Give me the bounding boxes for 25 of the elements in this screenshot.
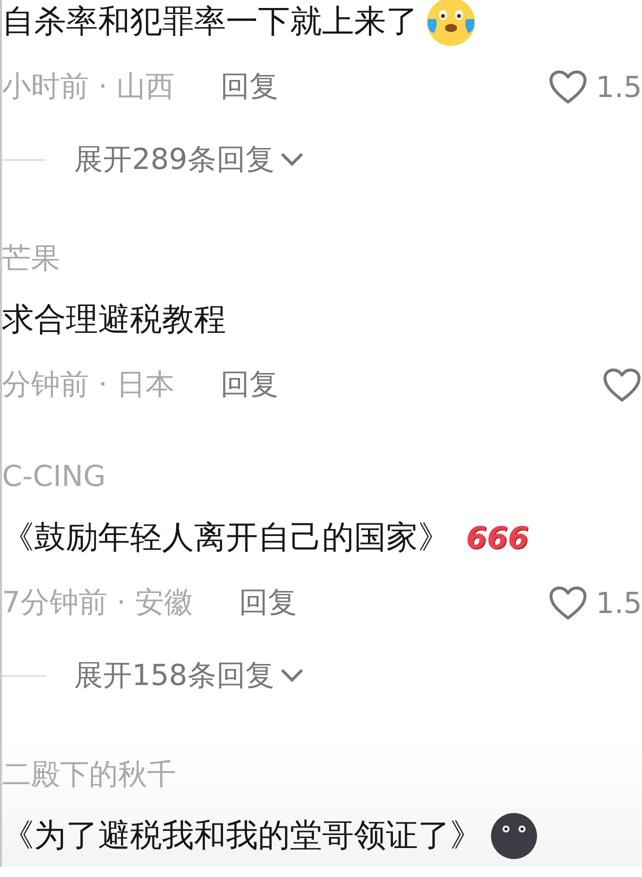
- expand-replies-button[interactable]: 展开158条回复: [2, 636, 304, 716]
- heart-icon[interactable]: [602, 367, 642, 403]
- heart-icon[interactable]: [548, 69, 588, 105]
- comment-text: 《鼓励年轻人离开自己的国家》: [2, 517, 450, 558]
- comment-text: 求合理避税教程: [2, 299, 226, 340]
- reply-link[interactable]: 回复: [239, 583, 298, 623]
- comment-time-location: 7分钟前 · 安徽: [2, 584, 194, 621]
- chevron-down-icon: [280, 152, 304, 168]
- like-count: 1.5: [596, 70, 642, 104]
- comment-author[interactable]: 二殿下的秋千: [2, 744, 642, 804]
- comment-time-location: 分钟前 · 日本: [2, 366, 175, 403]
- heart-icon[interactable]: [548, 585, 588, 621]
- crying-laughing-emoji-icon: [424, 0, 478, 47]
- comment-author[interactable]: 芒果: [2, 228, 642, 288]
- expand-replies-button[interactable]: 展开289条回复: [2, 120, 304, 200]
- like-count: 1.5: [596, 586, 642, 620]
- comment-text: 自杀率和犯罪率一下就上来了: [2, 1, 418, 42]
- comment-author[interactable]: C-CING: [2, 446, 642, 506]
- comment-text: 《为了避税我和我的堂哥领证了》: [2, 815, 482, 856]
- sticker-text: 666: [466, 520, 529, 556]
- reply-link[interactable]: 回复: [220, 365, 279, 405]
- reply-link[interactable]: 回复: [220, 67, 279, 107]
- dark-moon-emoji-icon: [488, 812, 540, 860]
- chevron-down-icon: [280, 668, 304, 684]
- comment-time-location: 小时前 · 山西: [2, 68, 175, 105]
